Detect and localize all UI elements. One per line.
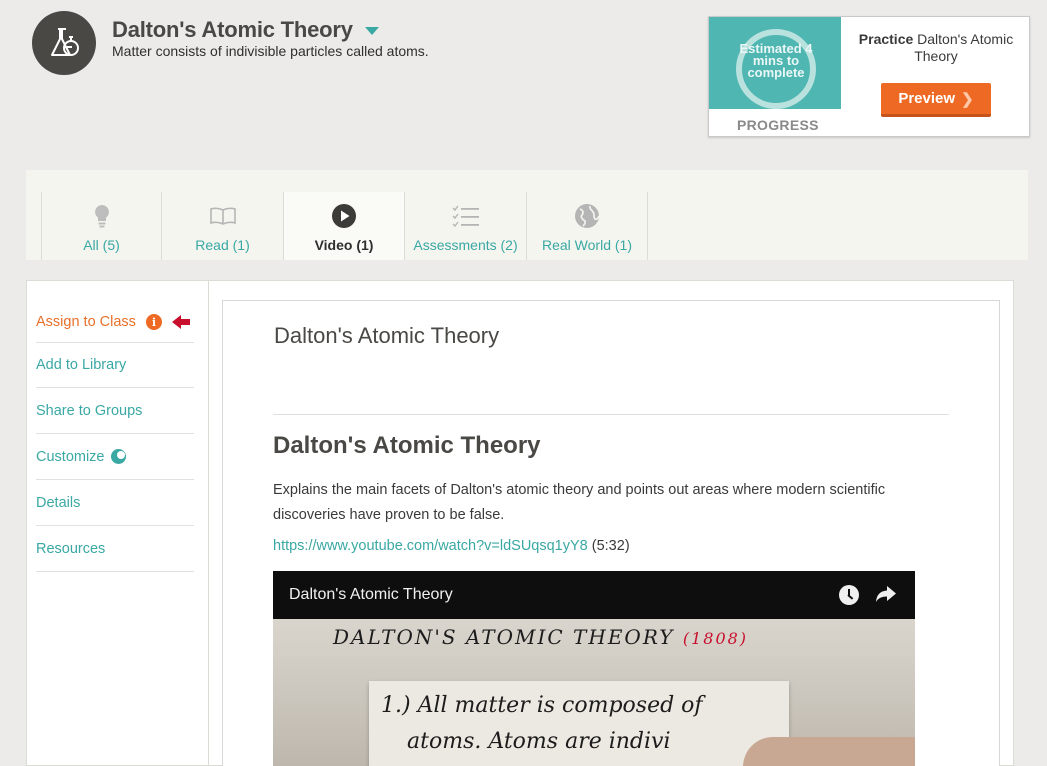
- progress-art: Estimated 4 mins to complete: [709, 17, 841, 109]
- book-icon: [162, 201, 283, 231]
- frame-heading: DALTON'S ATOMIC THEORY (1808): [333, 625, 748, 649]
- preview-button[interactable]: Preview ❯: [881, 83, 991, 117]
- action-sidebar: Assign to Class i Add to Library Share t…: [26, 280, 208, 766]
- flask-icon: [32, 11, 96, 75]
- tab-real-world[interactable]: Real World (1): [526, 192, 648, 260]
- concept-title-row: Dalton's Atomic Theory: [112, 17, 379, 43]
- divider: [273, 414, 949, 415]
- arrow-left-icon: [171, 315, 190, 329]
- practice-bold: Practice: [858, 31, 914, 47]
- watch-later-icon[interactable]: [839, 585, 859, 605]
- preview-label: Preview: [898, 90, 956, 107]
- content-description: Explains the main facets of Dalton's ato…: [273, 482, 886, 523]
- tab-assessments[interactable]: Assessments (2): [404, 192, 526, 260]
- frame-line-1: 1.) All matter is composed of: [381, 693, 703, 718]
- add-to-library-link[interactable]: Add to Library: [36, 342, 194, 388]
- tab-label: Assessments (2): [413, 237, 518, 253]
- tab-label: Read (1): [195, 237, 250, 253]
- customize-link[interactable]: Customize: [36, 434, 194, 480]
- share-to-groups-label: Share to Groups: [36, 402, 143, 419]
- share-to-groups-link[interactable]: Share to Groups: [36, 388, 194, 434]
- add-to-library-label: Add to Library: [36, 356, 127, 373]
- info-icon[interactable]: i: [145, 314, 162, 330]
- page-title: Dalton's Atomic Theory: [112, 17, 353, 42]
- assign-label: Assign to Class: [36, 314, 136, 330]
- resources-link[interactable]: Resources: [36, 526, 194, 572]
- estimate-text: Estimated 4 mins to complete: [739, 41, 813, 80]
- content-heading: Dalton's Atomic Theory: [273, 432, 541, 459]
- customize-icon: [110, 449, 126, 464]
- video-duration: (5:32): [591, 538, 630, 554]
- assign-to-class-link[interactable]: Assign to Class i: [36, 302, 194, 343]
- video-url-link[interactable]: https://www.youtube.com/watch?v=ldSUqsq1…: [273, 538, 588, 554]
- share-icon[interactable]: [875, 584, 897, 609]
- frame-year: (1808): [682, 629, 749, 648]
- video-title[interactable]: Dalton's Atomic Theory: [289, 586, 453, 604]
- play-icon: [284, 201, 404, 231]
- tab-label: Real World (1): [542, 237, 632, 253]
- tab-all[interactable]: All (5): [41, 192, 161, 260]
- practice-concept: Dalton's Atomic Theory: [914, 31, 1014, 64]
- customize-label: Customize: [36, 448, 105, 465]
- hand-image: [743, 737, 915, 766]
- progress-label: PROGRESS: [737, 117, 819, 133]
- details-link[interactable]: Details: [36, 480, 194, 526]
- checklist-icon: [405, 201, 526, 231]
- modality-tabs: All (5) Read (1) Video (1) Assessments (…: [26, 170, 1028, 260]
- chevron-down-icon[interactable]: [364, 27, 379, 35]
- video-title-bar: Dalton's Atomic Theory: [273, 571, 915, 619]
- details-label: Details: [36, 494, 81, 511]
- globe-icon: [527, 201, 647, 231]
- lightbulb-icon: [42, 201, 161, 231]
- resources-label: Resources: [36, 540, 106, 557]
- video-player[interactable]: DALTON'S ATOMIC THEORY (1808) 1.) All ma…: [273, 571, 915, 766]
- content-page-title: Dalton's Atomic Theory: [274, 323, 500, 348]
- frame-line-2: atoms. Atoms are indivi: [407, 729, 671, 754]
- practice-title: Practice Dalton's Atomic Theory: [857, 31, 1015, 65]
- tab-label: All (5): [83, 237, 120, 253]
- frame-heading-text: DALTON'S ATOMIC THEORY: [333, 625, 675, 649]
- practice-card: Estimated 4 mins to complete PROGRESS Pr…: [708, 16, 1030, 137]
- video-thumbnail[interactable]: DALTON'S ATOMIC THEORY (1808) 1.) All ma…: [273, 619, 915, 766]
- tab-label: Video (1): [314, 237, 374, 253]
- video-link-row: https://www.youtube.com/watch?v=ldSUqsq1…: [273, 538, 630, 554]
- chevron-right-icon: ❯: [961, 90, 974, 108]
- tab-video[interactable]: Video (1): [283, 192, 404, 260]
- concept-subtitle: Matter consists of indivisible particles…: [112, 43, 429, 59]
- tab-read[interactable]: Read (1): [161, 192, 283, 260]
